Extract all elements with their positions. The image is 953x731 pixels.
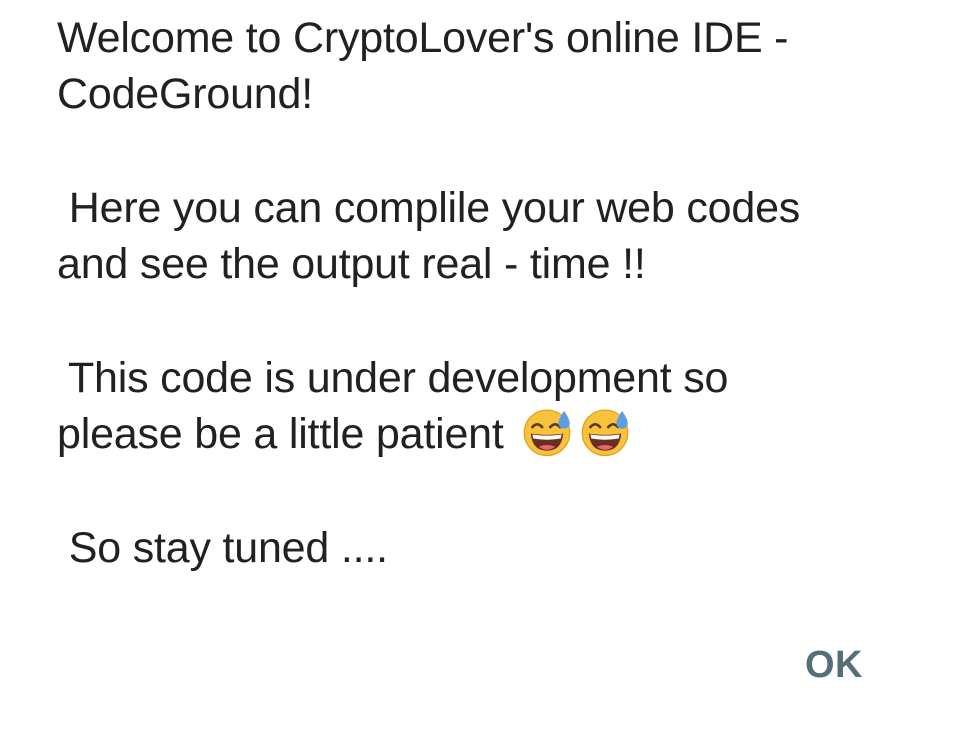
message-line-3: Here you can complile your web codes (57, 184, 801, 232)
grinning-face-with-sweat-icon (582, 409, 629, 457)
message-spacer (57, 292, 907, 350)
message-spacer (57, 122, 907, 180)
alert-dialog: Welcome to CryptoLover's online IDE - Co… (0, 0, 953, 731)
message-line-5: This code is under development so (57, 354, 729, 402)
message-line-6: please be a little patient (57, 406, 907, 462)
message-line-6-text: please be a little patient (57, 410, 516, 458)
message-line-1: Welcome to CryptoLover's online IDE - (57, 14, 789, 62)
dialog-actions: OK (801, 640, 867, 691)
message-line-4: and see the output real - time !! (57, 240, 646, 288)
dialog-message: Welcome to CryptoLover's online IDE - Co… (57, 10, 907, 576)
grinning-face-with-sweat-icon (524, 409, 571, 457)
message-line-2: CodeGround! (57, 70, 313, 118)
message-line-7: So stay tuned .... (57, 524, 388, 572)
ok-button[interactable]: OK (801, 640, 867, 691)
message-spacer (57, 462, 907, 520)
